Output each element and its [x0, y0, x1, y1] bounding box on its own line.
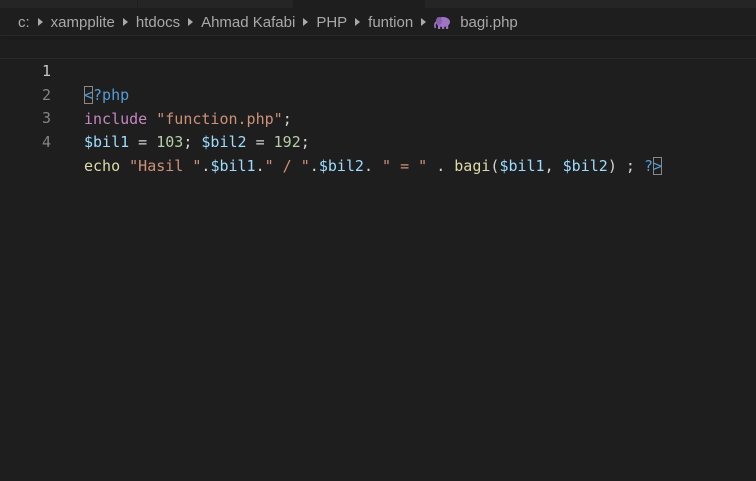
code-line-3[interactable]: 3 $bil1 = 103; $bil2 = 192;: [0, 82, 756, 151]
chevron-right-icon: [303, 18, 309, 26]
php-elephant-icon: [434, 16, 451, 29]
chevron-right-icon: [188, 18, 194, 26]
breadcrumb-item-funtion[interactable]: funtion: [368, 14, 413, 31]
code-content[interactable]: $bil1 = 103; $bil2 = 192;: [84, 130, 310, 154]
tab-strip-edge: [0, 0, 756, 8]
keyword-token: echo: [84, 157, 121, 175]
chevron-right-icon: [122, 18, 128, 26]
breadcrumb-item-file[interactable]: bagi.php: [460, 14, 518, 31]
variable-token: $bil1: [84, 133, 130, 151]
tab-edge-3: [425, 0, 756, 8]
operator-token: .: [255, 157, 265, 175]
punctuation-token: ;: [183, 133, 202, 151]
code-line-4[interactable]: 4 echo "Hasil ".$bil1." / ".$bil2. " = "…: [0, 106, 756, 175]
operator-token: .: [427, 157, 455, 175]
punctuation-token: ) ;: [607, 157, 644, 175]
number-token: 192: [273, 133, 301, 151]
chevron-right-icon: [421, 18, 427, 26]
breadcrumb-item-drive[interactable]: c:: [18, 14, 30, 31]
variable-token: $bil2: [201, 133, 247, 151]
punctuation-token: ,: [544, 157, 563, 175]
variable-token: $bil1: [210, 157, 256, 175]
variable-token: $bil2: [318, 157, 364, 175]
php-close-bracket: >: [652, 157, 662, 175]
operator-token: .: [363, 157, 383, 175]
string-token: " / ": [264, 157, 310, 175]
breadcrumb-item-php[interactable]: PHP: [316, 14, 347, 31]
variable-token: $bil2: [562, 157, 608, 175]
breadcrumb-item-xampplite[interactable]: xampplite: [51, 14, 115, 31]
code-content[interactable]: echo "Hasil ".$bil1." / ".$bil2. " = " .…: [84, 154, 662, 178]
variable-token: $bil1: [499, 157, 545, 175]
string-token: "Hasil ": [129, 157, 202, 175]
code-line-1[interactable]: 1 <?php: [0, 35, 756, 104]
operator-token: =: [129, 133, 157, 151]
breadcrumb-item-htdocs[interactable]: htdocs: [136, 14, 180, 31]
number-token: 103: [156, 133, 184, 151]
php-close-tag: ?: [643, 157, 653, 175]
line-number: 4: [41, 133, 51, 151]
chevron-right-icon: [37, 18, 43, 26]
chevron-right-icon: [355, 18, 361, 26]
punctuation-token: ;: [300, 133, 310, 151]
operator-token: =: [246, 133, 274, 151]
operator-token: .: [309, 157, 319, 175]
tab-edge-1: [0, 0, 137, 8]
tab-edge-2: [138, 0, 293, 8]
code-line-2[interactable]: 2 include "function.php";: [0, 59, 756, 128]
function-token: bagi: [454, 157, 491, 175]
code-editor[interactable]: 1 <?php 2 include "function.php"; 3 $bil…: [0, 35, 756, 481]
breadcrumb-item-ahmad-kafabi[interactable]: Ahmad Kafabi: [201, 14, 295, 31]
string-token: " = ": [382, 157, 428, 175]
breadcrumb: c: xampplite htdocs Ahmad Kafabi PHP fun…: [18, 11, 518, 33]
